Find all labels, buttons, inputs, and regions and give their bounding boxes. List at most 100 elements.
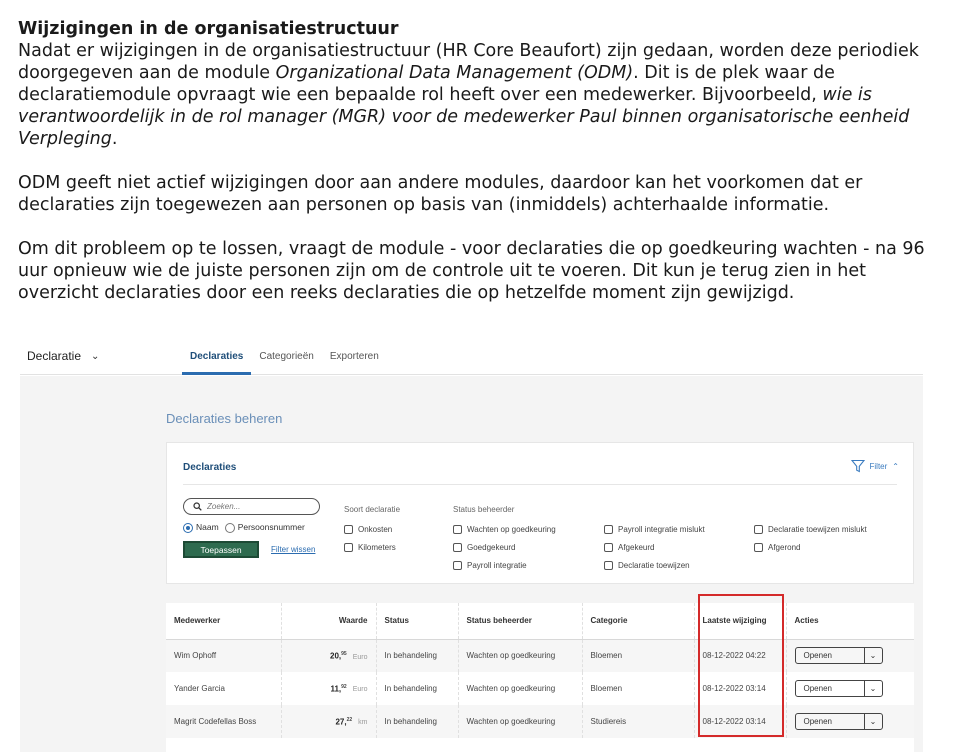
- search-mode-radios: Naam Persoonsnummer: [183, 522, 305, 533]
- waarde-unit: km: [358, 719, 368, 727]
- radio-button[interactable]: [224, 522, 235, 533]
- p1-text-c: .: [111, 129, 118, 149]
- open-button-label[interactable]: Openen: [796, 714, 864, 729]
- table-row[interactable]: Yander Garcia 11,92 Euro In behandeling W…: [166, 672, 914, 705]
- column-header[interactable]: Status beheerder: [458, 603, 583, 640]
- checkbox-payroll-integratie[interactable]: Payroll integratie: [453, 561, 527, 570]
- radio-button-selected[interactable]: [183, 522, 193, 533]
- cell-status: In behandeling: [376, 672, 459, 705]
- checkbox-wachten[interactable]: Wachten op goedkeuring: [453, 525, 556, 534]
- tab-categorieen[interactable]: Categorieën: [251, 341, 321, 375]
- clear-filter-link[interactable]: Filter wissen: [271, 545, 315, 554]
- open-button[interactable]: Openen ⌄: [794, 713, 883, 730]
- open-button[interactable]: Openen ⌄: [794, 680, 883, 697]
- article-heading: Wijzigingen in de organisatiestructuur: [18, 19, 399, 39]
- radio-naam-label: Naam: [196, 522, 219, 532]
- checkbox-label: Wachten op goedkeuring: [467, 525, 556, 534]
- checkbox[interactable]: [604, 543, 613, 552]
- checkbox-label: Afgerond: [768, 543, 801, 552]
- cell-categorie: Bloemen: [582, 672, 695, 705]
- waarde-unit: Euro: [352, 686, 368, 694]
- checkbox[interactable]: [754, 543, 763, 552]
- main-content: Declaraties beheren Declaraties Filter ⌃…: [20, 376, 923, 752]
- article-paragraph-2: ODM geeft niet actief wijzigingen door a…: [18, 173, 863, 215]
- checkbox-label: Payroll integratie: [467, 561, 527, 570]
- chevron-down-icon[interactable]: ⌄: [863, 714, 882, 729]
- checkbox-label: Goedgekeurd: [467, 543, 516, 552]
- table-row[interactable]: Wim Ophoff 20,95 Euro In behandeling Wach…: [166, 639, 914, 672]
- table-row[interactable]: Magrit Codefellas Boss 27,22 km In behand…: [166, 705, 914, 738]
- checkbox-label: Afgekeurd: [618, 543, 655, 552]
- open-button-label[interactable]: Openen: [796, 648, 864, 663]
- open-button-label[interactable]: Openen: [796, 681, 864, 696]
- checkbox-goedgekeurd[interactable]: Goedgekeurd: [453, 543, 515, 552]
- checkbox[interactable]: [453, 525, 462, 534]
- cell-waarde: 11,92 Euro: [281, 672, 377, 705]
- cell-waarde: 20,95 Euro: [281, 639, 377, 672]
- search-field[interactable]: [183, 498, 320, 515]
- article-paragraph-3: Om dit probleem op te lossen, vraagt de …: [18, 239, 925, 303]
- column-header[interactable]: Categorie: [582, 603, 695, 640]
- article-paragraph-1: Nadat er wijzigingen in de organisatiest…: [18, 40, 938, 150]
- checkbox[interactable]: [453, 561, 462, 570]
- cell-categorie: Bloemen: [582, 639, 695, 672]
- apply-button[interactable]: Toepassen: [183, 541, 259, 558]
- article: Wijzigingen in de organisatiestructuur N…: [18, 18, 938, 304]
- column-header[interactable]: Status: [376, 603, 459, 640]
- checkbox-afgekeurd[interactable]: Afgekeurd: [604, 543, 654, 552]
- checkbox[interactable]: [453, 543, 462, 552]
- checkbox-label: Declaratie toewijzen mislukt: [768, 525, 867, 534]
- filter-card: Declaraties Filter ⌃ Naam Persoonsnummer…: [166, 442, 914, 584]
- module-select-label: Declaratie: [27, 349, 82, 363]
- radio-naam[interactable]: Naam: [183, 522, 219, 533]
- radio-persoonsnummer[interactable]: Persoonsnummer: [224, 522, 305, 533]
- checkbox-payroll-mislukt[interactable]: Payroll integratie mislukt: [604, 525, 705, 534]
- chevron-down-icon[interactable]: ⌄: [863, 648, 882, 664]
- waarde-integer: 27,: [335, 717, 347, 727]
- checkbox[interactable]: [754, 525, 763, 534]
- filter-toggle[interactable]: Filter ⌃: [850, 459, 899, 473]
- tab-bar: Declaraties Categorieën Exporteren: [182, 341, 387, 375]
- waarde-integer: 11,: [330, 684, 342, 694]
- checkbox[interactable]: [604, 525, 613, 534]
- search-icon: [193, 502, 202, 511]
- cell-status-beheerder: Wachten op goedkeuring: [458, 639, 583, 672]
- declaraties-table-card: Medewerker Waarde Status Status beheerde…: [166, 603, 914, 752]
- declaraties-table: Medewerker Waarde Status Status beheerde…: [166, 603, 914, 738]
- open-button[interactable]: Openen ⌄: [794, 647, 883, 665]
- tab-declaraties[interactable]: Declaraties: [182, 341, 252, 375]
- column-header: Acties: [786, 603, 914, 640]
- highlight-box-laatste-wijziging: [698, 594, 784, 737]
- column-header[interactable]: Waarde: [281, 603, 377, 640]
- checkbox[interactable]: [344, 525, 353, 534]
- table-header-row: Medewerker Waarde Status Status beheerde…: [166, 603, 914, 640]
- checkbox-onkosten[interactable]: Onkosten: [344, 525, 392, 534]
- module-select[interactable]: Declaratie ⌄: [27, 349, 99, 363]
- filter-card-title: Declaraties: [183, 462, 237, 473]
- cell-acties: Openen ⌄: [786, 639, 914, 672]
- checkbox-toewijzen-mislukt[interactable]: Declaratie toewijzen mislukt: [754, 525, 867, 534]
- checkbox[interactable]: [604, 561, 613, 570]
- search-input[interactable]: [207, 502, 307, 511]
- checkbox-kilometers[interactable]: Kilometers: [344, 543, 396, 552]
- group-label-soort: Soort declaratie: [344, 505, 401, 514]
- cell-categorie: Studiereis: [582, 705, 695, 738]
- cell-waarde: 27,22 km: [281, 705, 377, 738]
- radio-persoonsnummer-label: Persoonsnummer: [237, 522, 305, 532]
- waarde-integer: 20,: [330, 651, 342, 661]
- checkbox-declaratie-toewijzen[interactable]: Declaratie toewijzen: [604, 561, 690, 570]
- chevron-down-icon[interactable]: ⌄: [863, 681, 882, 696]
- cell-medewerker: Magrit Codefellas Boss: [166, 705, 282, 738]
- page-title: Declaraties beheren: [166, 411, 283, 426]
- chevron-down-icon: ⌄: [91, 350, 100, 362]
- group-label-status: Status beheerder: [453, 505, 515, 514]
- waarde-decimals: 22: [346, 716, 353, 723]
- cell-status: In behandeling: [376, 639, 459, 672]
- checkbox-label: Declaratie toewijzen: [618, 561, 690, 570]
- checkbox-afgerond[interactable]: Afgerond: [754, 543, 800, 552]
- tab-exporteren[interactable]: Exporteren: [322, 341, 387, 375]
- checkbox[interactable]: [344, 543, 353, 552]
- column-header[interactable]: Medewerker: [166, 603, 282, 640]
- checkbox-label: Kilometers: [358, 543, 396, 552]
- p1-emphasis-odm: Organizational Data Management (ODM): [275, 63, 634, 83]
